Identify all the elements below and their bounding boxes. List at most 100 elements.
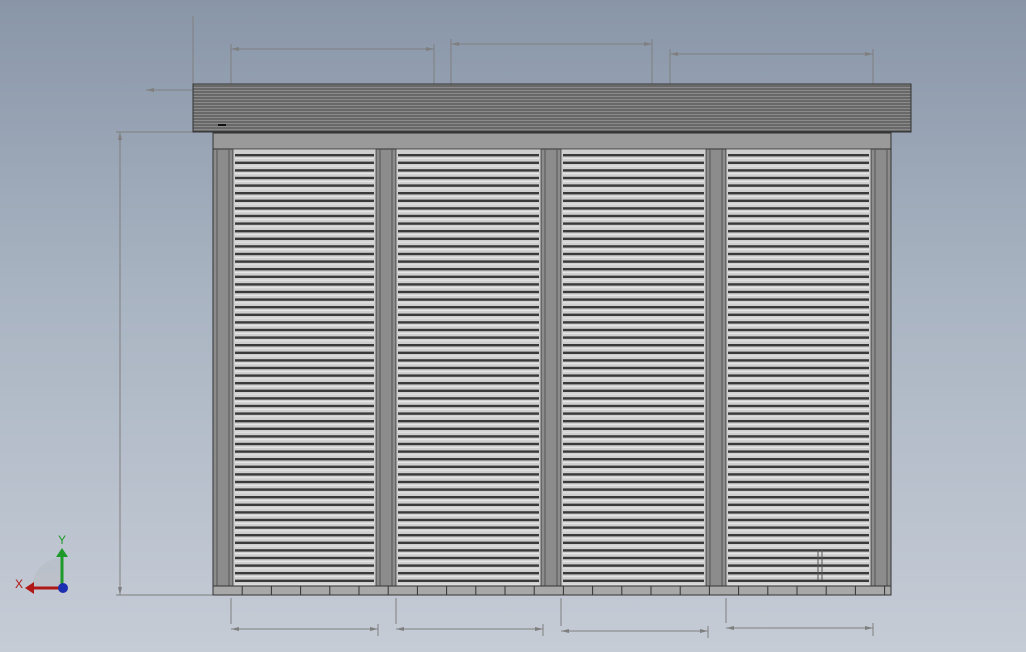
bottom-rail[interactable] xyxy=(212,585,892,596)
shutter-slat-shadow xyxy=(563,176,704,180)
shutter-slat-shadow xyxy=(235,556,374,560)
arrowhead-icon xyxy=(231,627,239,631)
z-axis-dot-icon xyxy=(58,583,68,593)
shutter-slat-shadow xyxy=(398,184,539,187)
shutter-slat-shadow xyxy=(563,306,704,309)
shutter-slat-shadow xyxy=(235,526,374,529)
shutter-slat-shadow xyxy=(728,359,869,362)
shutter-slat-shadow xyxy=(728,382,869,385)
shutter-slat-shadow xyxy=(728,556,869,560)
shutter-slat-shadow xyxy=(235,275,374,278)
shutter-slat-shadow xyxy=(235,480,374,484)
shutter-slat-shadow xyxy=(235,321,374,324)
shutter-slat-shadow xyxy=(398,503,539,506)
shutter-slat-shadow xyxy=(728,176,869,180)
shutter-slat-shadow xyxy=(563,214,704,218)
shutter-slat-shadow xyxy=(235,207,374,210)
shutter-slat-shadow xyxy=(235,230,374,233)
shutter-slat-shadow xyxy=(563,404,704,408)
shutter-slat-shadow xyxy=(728,328,869,332)
shutter-slat-shadow xyxy=(398,511,539,514)
triad-y-label: Y xyxy=(58,533,66,547)
shutter-slat-shadow xyxy=(728,397,869,400)
shutter-slat-shadow xyxy=(398,450,539,453)
shutter-slat-shadow xyxy=(728,252,869,256)
shutter-slat-shadow xyxy=(728,579,869,582)
shutter-slat-shadow xyxy=(728,237,869,240)
shutter-slat-shadow xyxy=(728,420,869,423)
shutter-slat-shadow xyxy=(398,458,539,461)
shutter-slat-shadow xyxy=(235,154,374,157)
shutter-slat-shadow xyxy=(235,473,374,476)
shutter-slat-shadow xyxy=(398,306,539,309)
shutter-slat-shadow xyxy=(563,389,704,392)
shutter-slat-shadow xyxy=(398,488,539,491)
shutter-slat-shadow xyxy=(728,412,869,415)
shutter-slat-shadow xyxy=(235,458,374,461)
shutter-slat-shadow xyxy=(398,275,539,278)
shutter-slat-shadow xyxy=(728,207,869,210)
shutter-slat-shadow xyxy=(398,579,539,582)
shutter-slat-shadow xyxy=(398,480,539,484)
shutter-slat-shadow xyxy=(728,534,869,537)
shutter-slat-shadow xyxy=(563,534,704,537)
shutter-slat-shadow xyxy=(398,169,539,172)
shutter-slat-shadow xyxy=(563,237,704,240)
shutter-slat-shadow xyxy=(563,382,704,385)
shutter-slat-shadow xyxy=(728,199,869,202)
arrowhead-icon xyxy=(865,626,873,630)
shutter-slat-shadow xyxy=(563,169,704,172)
shutter-slat-shadow xyxy=(563,412,704,415)
shutter-slat-shadow xyxy=(398,496,539,499)
cad-model-view[interactable] xyxy=(0,0,1026,652)
shutter-slat-shadow xyxy=(728,564,869,567)
arrowhead-icon xyxy=(535,627,543,631)
shutter-slat-shadow xyxy=(728,526,869,529)
shutter-slat-shadow xyxy=(563,480,704,484)
header-beam xyxy=(212,132,892,150)
shutter-slat-shadow xyxy=(563,192,704,195)
shutter-slat-shadow xyxy=(563,359,704,362)
shutter-slat-shadow xyxy=(563,511,704,514)
arrowhead-icon xyxy=(865,52,873,56)
shutter-slat-shadow xyxy=(398,154,539,157)
shutter-slat-shadow xyxy=(398,328,539,332)
shutter-slat-shadow xyxy=(728,572,869,575)
shutter-slat-shadow xyxy=(563,556,704,560)
shutter-slat-shadow xyxy=(563,549,704,552)
shutter-slat-shadow xyxy=(398,260,539,263)
shutter-slat-shadow xyxy=(398,283,539,286)
shutter-slat-shadow xyxy=(563,328,704,332)
shutter-slat-shadow xyxy=(563,344,704,347)
shutter-slat-shadow xyxy=(398,207,539,210)
shutter-slat-shadow xyxy=(398,321,539,324)
arrowhead-icon xyxy=(561,629,569,633)
shutter-slat-shadow xyxy=(235,549,374,552)
y-axis-head-icon xyxy=(56,548,68,557)
roof-canopy[interactable] xyxy=(192,83,912,133)
shutter-slat-shadow xyxy=(728,336,869,339)
shutter-slat-shadow xyxy=(728,458,869,461)
arrowhead-icon xyxy=(396,627,404,631)
triad-x-label: X xyxy=(15,577,23,591)
shutter-slat-shadow xyxy=(563,450,704,453)
shutter-slat-shadow xyxy=(563,473,704,476)
shutter-slat-shadow xyxy=(235,374,374,377)
shutter-slat-shadow xyxy=(398,290,539,294)
shutter-slat-shadow xyxy=(235,397,374,400)
shutter-slat-shadow xyxy=(235,404,374,408)
shutter-slat-shadow xyxy=(728,450,869,453)
shutter-slat-shadow xyxy=(728,480,869,484)
shutter-slat-shadow xyxy=(398,572,539,575)
graphics-viewport[interactable]: Y X xyxy=(0,0,1026,652)
shutter-slat-shadow xyxy=(398,382,539,385)
shutter-slat-shadow xyxy=(728,511,869,514)
shutter-slat-shadow xyxy=(235,313,374,316)
arrowhead-icon xyxy=(726,626,734,630)
shutter-slat-shadow xyxy=(398,389,539,392)
shutter-slat-shadow xyxy=(728,518,869,522)
shutter-slat-shadow xyxy=(235,427,374,430)
arrowhead-icon xyxy=(370,627,378,631)
shutter-slat-shadow xyxy=(563,518,704,522)
x-axis-head-icon xyxy=(25,582,34,594)
